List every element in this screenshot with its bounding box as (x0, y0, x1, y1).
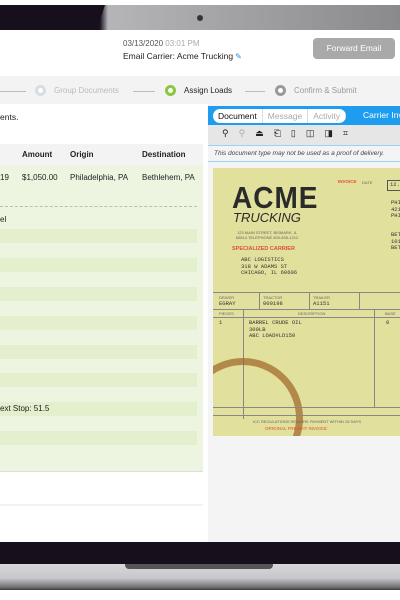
divider (0, 206, 197, 207)
email-datetime: 03/13/2020 03:01 PM (123, 39, 200, 48)
load-destination: Bethlehem, PA (142, 173, 195, 182)
carrier-label: Email Carrier: Acme Trucking (123, 51, 234, 61)
trailer-value: A1151 (313, 300, 330, 307)
step-label: Confirm & Submit (294, 86, 357, 95)
description-label: DESCRIPTION (298, 311, 326, 316)
zoom-out-icon[interactable]: ⚲ (239, 128, 246, 142)
loads-panel: ents. Amount Origin Destination 19 $1,05… (0, 104, 208, 542)
rotate-left-icon[interactable]: ⎗ (274, 128, 281, 142)
tab-message[interactable]: Message (263, 109, 309, 123)
document-toolbar: ⚲ ⚲ ⏏ ⎗ ▯ ◫ ◨ ⌗ (208, 125, 400, 145)
acme-logo-sub: TRUCKING (233, 210, 301, 225)
coffee-stain (213, 358, 303, 436)
invoice-label: INVOICE (338, 179, 357, 184)
document-footer: ICC REGULATIONS REQUIRE PAYMENT WITHIN 1… (253, 419, 362, 424)
camera (197, 15, 203, 21)
next-stop-label: ext Stop: 51.5 (0, 404, 50, 413)
company-address: 123 MAIN STREET, BISMARK, IL 60814 TELEP… (235, 230, 299, 240)
step-icon (165, 85, 176, 96)
step-label: Assign Loads (184, 86, 233, 95)
base-label: BASE (385, 311, 396, 316)
laptop-bottom-bezel (0, 542, 400, 564)
app-screen: 03/13/2020 03:01 PM Email Carrier: Acme … (0, 30, 400, 542)
split-icon[interactable]: ◫ (306, 128, 315, 142)
email-carrier: Email Carrier: Acme Trucking ✎ (123, 51, 242, 61)
invoice-document-image[interactable]: ACME TRUCKING 123 MAIN STREET, BISMARK, … (213, 168, 400, 436)
stamp-icon[interactable]: ⏏ (255, 128, 264, 142)
tab-activity[interactable]: Activity (308, 109, 347, 123)
load-amount: $1,050.00 (22, 173, 58, 182)
shipper-info: PHI 421 PHI (391, 199, 400, 219)
step-label: Group Documents (54, 86, 119, 95)
column-origin: Origin (70, 150, 94, 159)
rotate-right-icon[interactable]: ▯ (291, 128, 296, 142)
document-panel: Document Message Activity Carrier Inv ⚲ … (208, 104, 400, 542)
email-date: 03/13/2020 (123, 39, 164, 48)
email-time: 03:01 PM (165, 39, 200, 48)
laptop-notch (125, 564, 273, 569)
step-group-documents[interactable]: Group Documents (35, 85, 119, 96)
tractor-value: 000198 (263, 300, 283, 307)
description-value: BARREL CRUDE OIL 300LB ABC LOAD#LD150 (249, 319, 302, 339)
specialized-carrier: SPECIALIZED CARRIER (232, 246, 295, 252)
bill-to-address: ABC LOGISTICS 318 W ADAMS ST CHICAGO, IL… (241, 256, 298, 276)
pieces-value: 1 (219, 319, 223, 326)
step-assign-loads[interactable]: Assign Loads (165, 85, 232, 96)
merge-icon[interactable]: ◨ (324, 128, 333, 142)
progress-steps: Group Documents Assign Loads Confirm & S… (0, 76, 400, 104)
divider (0, 504, 203, 506)
table-header: Amount Origin Destination (0, 144, 203, 165)
driver-value: EGRAY (219, 300, 236, 307)
tab-carrier-invoice[interactable]: Carrier Inv (363, 110, 400, 120)
tab-document[interactable]: Document (213, 109, 263, 123)
column-destination: Destination (142, 150, 186, 159)
base-value: 0 (386, 319, 390, 326)
date-value: 12. (387, 180, 400, 191)
proof-of-delivery-notice: This document type may not be used as a … (208, 145, 400, 162)
consignee-info: BET 101 BET (391, 231, 400, 251)
intro-text: ents. (0, 112, 19, 122)
date-label: DATE (362, 180, 373, 185)
document-footer-title: ORIGINAL FREIGHT INVOICE (265, 426, 328, 431)
zoom-in-icon[interactable]: ⚲ (222, 128, 229, 142)
column-amount: Amount (22, 150, 53, 159)
detail-label: el (0, 215, 7, 224)
crop-icon[interactable]: ⌗ (343, 128, 348, 142)
pencil-icon[interactable]: ✎ (235, 52, 242, 61)
step-icon (275, 85, 286, 96)
step-icon (35, 85, 46, 96)
forward-email-button[interactable]: Forward Email (313, 38, 395, 59)
load-origin: Philadelphia, PA (70, 173, 129, 182)
load-id: 19 (0, 173, 9, 182)
table-row[interactable]: 19 $1,050.00 Philadelphia, PA Bethlehem,… (0, 165, 203, 472)
document-tabs: Document Message Activity Carrier Inv (208, 106, 400, 125)
pieces-label: PIECES (219, 311, 234, 316)
step-confirm-submit[interactable]: Confirm & Submit (275, 85, 357, 96)
